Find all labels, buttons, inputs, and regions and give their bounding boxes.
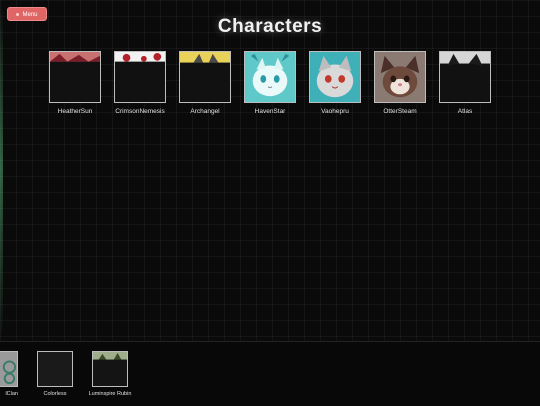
bottom-card-luminspire-rubin[interactable]: Luminspire Rubin	[89, 351, 131, 397]
character-card-atlas[interactable]: Atlas	[439, 51, 491, 115]
colorless-portrait-icon	[38, 352, 72, 386]
bottom-card-lclan[interactable]: lClan	[0, 351, 18, 397]
character-card-ottersteam[interactable]: OtterSteam	[374, 51, 426, 115]
character-thumbnail	[92, 351, 128, 387]
vaohepru-portrait-icon	[310, 52, 360, 102]
character-thumbnail	[244, 51, 296, 103]
bottom-character-bar: lClan Colorless Luminspire Rubin	[0, 341, 540, 406]
character-card-vaohepru[interactable]: Vaohepru	[309, 51, 361, 115]
character-card-havenstar[interactable]: HavenStar	[244, 51, 296, 115]
character-thumbnail	[439, 51, 491, 103]
character-name: Atlas	[457, 108, 473, 115]
character-thumbnail	[309, 51, 361, 103]
page-title: Characters	[217, 16, 323, 37]
archangel-portrait-icon	[180, 52, 230, 102]
character-thumbnail	[37, 351, 73, 387]
ottersteam-portrait-icon	[375, 52, 425, 102]
character-thumbnail	[0, 351, 18, 387]
bottom-card-colorless[interactable]: Colorless	[37, 351, 73, 397]
luminspire-rubin-portrait-icon	[93, 352, 127, 386]
crimsonnemesis-portrait-icon	[115, 52, 165, 102]
character-thumbnail	[374, 51, 426, 103]
character-thumbnail	[179, 51, 231, 103]
character-card-crimsonnemesis[interactable]: CrimsonNemesis	[114, 51, 166, 115]
character-name: lClan	[5, 391, 18, 397]
character-thumbnail	[49, 51, 101, 103]
character-thumbnail	[114, 51, 166, 103]
havenstar-portrait-icon	[245, 52, 295, 102]
lclan-portrait-icon	[0, 352, 17, 386]
character-card-heathersun[interactable]: HeatherSun	[49, 51, 101, 115]
heathersun-portrait-icon	[50, 52, 100, 102]
character-card-archangel[interactable]: Archangel	[179, 51, 231, 115]
atlas-portrait-icon	[440, 52, 490, 102]
character-name: Luminspire Rubin	[88, 391, 132, 397]
left-edge-glow	[0, 0, 3, 340]
